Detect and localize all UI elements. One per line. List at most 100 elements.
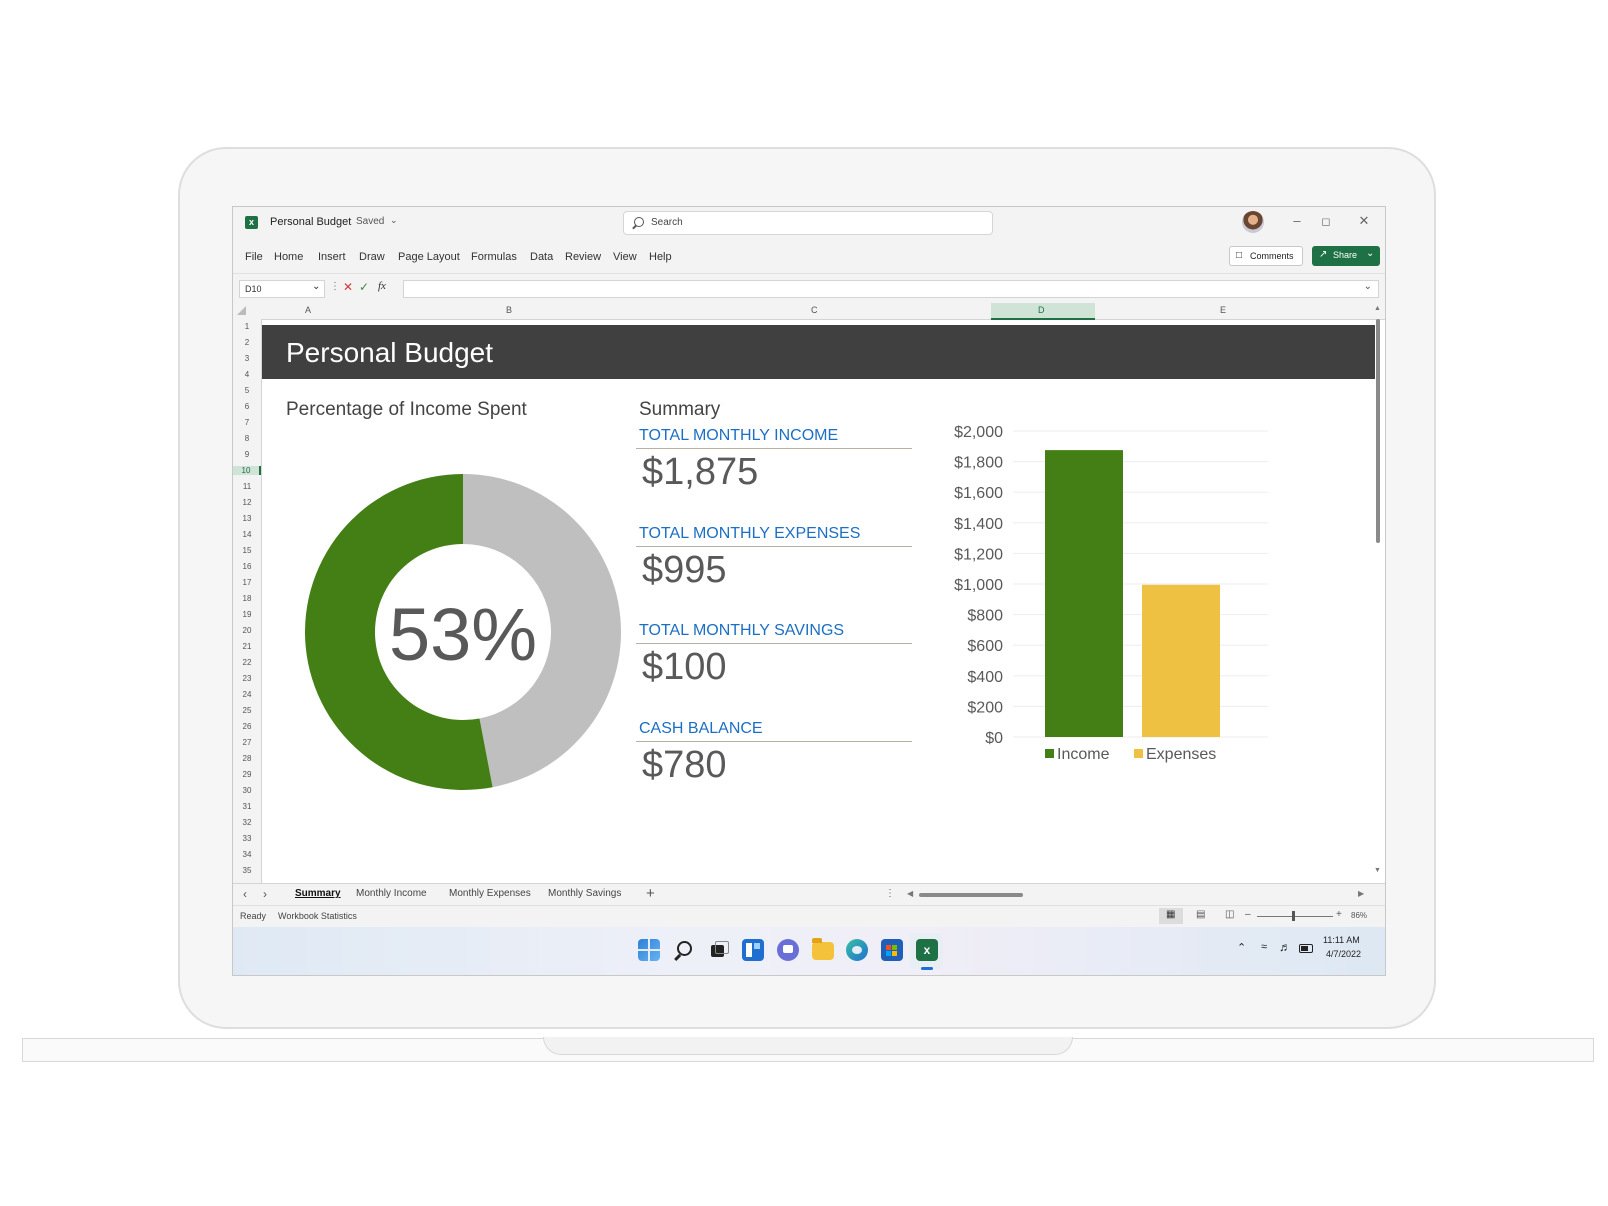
normal-view-button[interactable]: ▦: [1159, 908, 1183, 924]
workbook-statistics[interactable]: Workbook Statistics: [278, 911, 357, 921]
menu-formulas[interactable]: Formulas: [471, 251, 517, 263]
comments-button[interactable]: □ Comments: [1229, 246, 1303, 266]
menu-home[interactable]: Home: [274, 251, 303, 263]
volume-icon[interactable]: ♬: [1279, 940, 1291, 954]
store-icon[interactable]: [881, 939, 903, 961]
row-header-30[interactable]: 30: [233, 786, 261, 795]
tab-monthly-savings[interactable]: Monthly Savings: [548, 888, 621, 899]
menu-data[interactable]: Data: [530, 251, 553, 263]
row-header-12[interactable]: 12: [233, 498, 261, 507]
close-icon[interactable]: ✕: [1354, 213, 1374, 229]
zoom-slider[interactable]: [1257, 916, 1333, 917]
chevron-down-icon[interactable]: ⌄: [390, 215, 398, 226]
row-header-13[interactable]: 13: [233, 514, 261, 523]
more-icon[interactable]: ⋮: [885, 888, 895, 899]
row-header-15[interactable]: 15: [233, 546, 261, 555]
scroll-right-icon[interactable]: ▶: [1358, 889, 1364, 898]
row-header-25[interactable]: 25: [233, 706, 261, 715]
row-header-24[interactable]: 24: [233, 690, 261, 699]
row-header-35[interactable]: 35: [233, 866, 261, 875]
windows-start-icon[interactable]: [638, 939, 660, 961]
battery-icon[interactable]: [1299, 944, 1313, 953]
zoom-out-icon[interactable]: –: [1245, 909, 1251, 920]
page-layout-icon[interactable]: ▤: [1196, 909, 1205, 920]
file-explorer-icon[interactable]: [812, 938, 834, 960]
row-header-18[interactable]: 18: [233, 594, 261, 603]
vertical-scrollbar[interactable]: ▲ ▼: [1373, 305, 1383, 881]
row-header-3[interactable]: 3: [233, 354, 261, 363]
row-header-33[interactable]: 33: [233, 834, 261, 843]
row-header-8[interactable]: 8: [233, 434, 261, 443]
cancel-icon[interactable]: ✕: [343, 280, 353, 294]
row-header-1[interactable]: 1: [233, 322, 261, 331]
formula-input[interactable]: ⌄: [403, 280, 1379, 298]
row-header-29[interactable]: 29: [233, 770, 261, 779]
excel-taskbar-icon[interactable]: x: [916, 939, 938, 961]
saved-status[interactable]: Saved: [356, 216, 384, 227]
row-header-17[interactable]: 17: [233, 578, 261, 587]
menu-draw[interactable]: Draw: [359, 251, 385, 263]
column-header-a[interactable]: A: [305, 305, 311, 315]
row-header-23[interactable]: 23: [233, 674, 261, 683]
row-header-32[interactable]: 32: [233, 818, 261, 827]
row-header-2[interactable]: 2: [233, 338, 261, 347]
page-break-icon[interactable]: ◫: [1225, 909, 1234, 920]
add-sheet-icon[interactable]: +: [646, 885, 655, 902]
tab-monthly-expenses[interactable]: Monthly Expenses: [449, 888, 531, 899]
tab-summary[interactable]: Summary: [295, 888, 341, 899]
more-icon[interactable]: ⋮: [330, 281, 340, 292]
prev-sheet-icon[interactable]: ‹: [243, 887, 247, 901]
avatar[interactable]: [1242, 211, 1264, 233]
row-header-21[interactable]: 21: [233, 642, 261, 651]
row-header-14[interactable]: 14: [233, 530, 261, 539]
chevron-down-icon[interactable]: ⌄: [1364, 281, 1372, 292]
tab-monthly-income[interactable]: Monthly Income: [356, 888, 427, 899]
clock-time[interactable]: 11:11 AM: [1323, 935, 1360, 945]
menu-insert[interactable]: Insert: [318, 251, 346, 263]
column-header-e[interactable]: E: [1220, 305, 1226, 315]
row-header-27[interactable]: 27: [233, 738, 261, 747]
scrollbar-thumb[interactable]: [1376, 319, 1380, 543]
row-header-7[interactable]: 7: [233, 418, 261, 427]
document-title[interactable]: Personal Budget: [270, 216, 351, 228]
select-all-icon[interactable]: [237, 306, 246, 315]
task-view-icon[interactable]: [707, 939, 729, 961]
scroll-up-icon[interactable]: ▲: [1374, 305, 1381, 312]
name-box[interactable]: D10 ⌄: [239, 280, 325, 298]
scroll-left-icon[interactable]: ◀: [907, 889, 913, 898]
row-header-22[interactable]: 22: [233, 658, 261, 667]
horizontal-scrollbar-thumb[interactable]: [919, 893, 1023, 897]
minimize-icon[interactable]: –: [1287, 213, 1307, 228]
wifi-icon[interactable]: ≈: [1261, 941, 1267, 953]
menu-view[interactable]: View: [613, 251, 637, 263]
teams-chat-icon[interactable]: [777, 939, 799, 961]
column-header-c[interactable]: C: [811, 305, 818, 315]
row-header-6[interactable]: 6: [233, 402, 261, 411]
row-header-28[interactable]: 28: [233, 754, 261, 763]
row-header-5[interactable]: 5: [233, 386, 261, 395]
enter-icon[interactable]: ✓: [359, 280, 369, 294]
search-icon[interactable]: [673, 939, 695, 961]
clock-date[interactable]: 4/7/2022: [1326, 949, 1361, 959]
share-button[interactable]: ↗ Share ⌄: [1312, 246, 1380, 266]
widgets-icon[interactable]: [742, 939, 764, 961]
row-header-19[interactable]: 19: [233, 610, 261, 619]
zoom-slider-thumb[interactable]: [1292, 911, 1295, 921]
next-sheet-icon[interactable]: ›: [263, 887, 267, 901]
row-header-11[interactable]: 11: [233, 482, 261, 491]
row-header-9[interactable]: 9: [233, 450, 261, 459]
row-header-16[interactable]: 16: [233, 562, 261, 571]
zoom-in-icon[interactable]: +: [1336, 909, 1342, 920]
scroll-down-icon[interactable]: ▼: [1374, 867, 1381, 874]
menu-file[interactable]: File: [245, 251, 263, 263]
function-icon[interactable]: fx: [378, 280, 386, 292]
column-header-b[interactable]: B: [506, 305, 512, 315]
row-header-26[interactable]: 26: [233, 722, 261, 731]
row-header-34[interactable]: 34: [233, 850, 261, 859]
menu-review[interactable]: Review: [565, 251, 601, 263]
row-header-20[interactable]: 20: [233, 626, 261, 635]
row-header-4[interactable]: 4: [233, 370, 261, 379]
row-header-10[interactable]: 10: [233, 466, 261, 475]
chevron-up-icon[interactable]: ⌃: [1237, 941, 1246, 954]
maximize-icon[interactable]: ◻: [1316, 215, 1336, 228]
